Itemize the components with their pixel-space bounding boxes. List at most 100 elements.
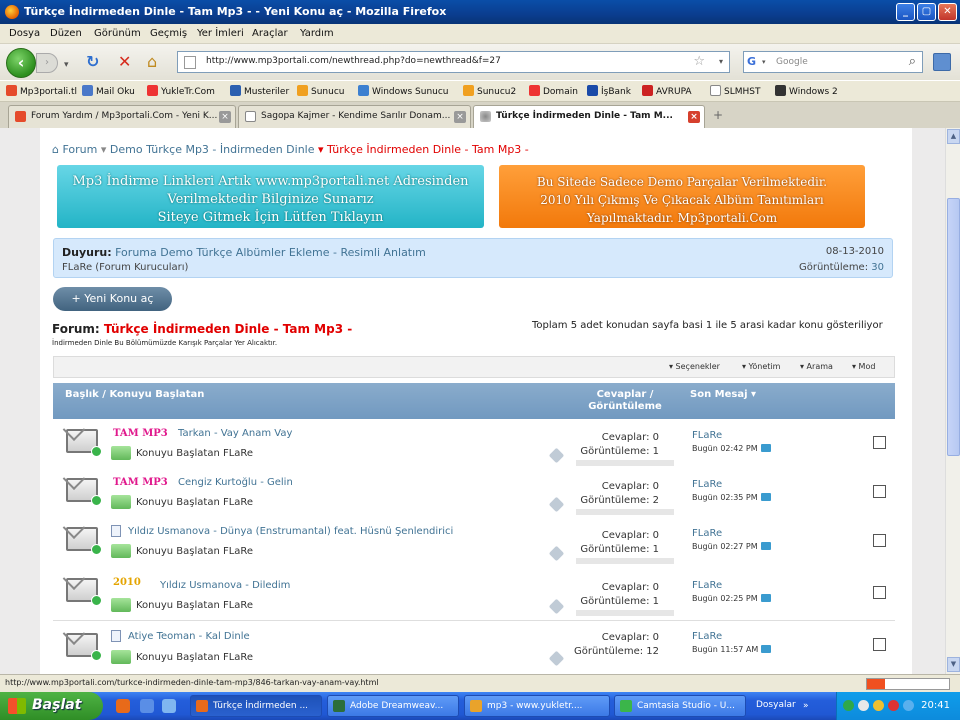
maximize-button[interactable]: ▢ <box>917 3 936 21</box>
menu-tools[interactable]: Araçlar <box>252 28 288 39</box>
go-to-last-post-icon[interactable] <box>760 493 771 501</box>
thread-select-checkbox[interactable] <box>873 638 886 651</box>
menu-history[interactable]: Geçmiş <box>150 28 187 39</box>
start-button[interactable]: Başlat <box>0 692 103 720</box>
bookmark-item[interactable]: Windows 2 <box>775 85 838 97</box>
menu-view[interactable]: Görünüm <box>94 28 141 39</box>
address-bar[interactable]: http://www.mp3portali.com/newthread.php?… <box>177 51 730 73</box>
back-button[interactable]: ‹ <box>6 48 36 78</box>
toolbar-expand-icon[interactable]: » <box>803 701 809 711</box>
taskbar-folders-toolbar[interactable]: Dosyalar <box>756 700 796 710</box>
minimize-button[interactable]: _ <box>896 3 915 21</box>
tab-forum-yardim[interactable]: Forum Yardım / Mp3portali.Com - Yeni K..… <box>8 105 236 128</box>
addon-icon[interactable] <box>933 53 951 71</box>
tag-icon[interactable] <box>548 496 565 513</box>
thread-title-link[interactable]: Yıldız Usmanova - Diledim <box>160 580 290 591</box>
header-replies-views[interactable]: Cevaplar / Görüntüleme <box>583 389 667 413</box>
quicklaunch-desktop-icon[interactable] <box>162 699 176 713</box>
tab-sagopa[interactable]: Sagopa Kajmer - Kendime Sarılır Donam...… <box>238 105 471 128</box>
mod-menu[interactable]: ▾ Mod <box>852 362 875 371</box>
taskbar-item-camtasia[interactable]: Camtasia Studio - U... <box>614 695 746 717</box>
thread-select-checkbox[interactable] <box>873 436 886 449</box>
last-post-user[interactable]: FLaRe <box>692 479 722 490</box>
scroll-up-icon[interactable]: ▲ <box>947 129 960 144</box>
thread-title-link[interactable]: Cengiz Kurtoğlu - Gelin <box>178 477 293 488</box>
tab-close-icon[interactable]: × <box>688 111 700 123</box>
thread-title-link[interactable]: Tarkan - Vay Anam Vay <box>178 428 292 439</box>
bookmark-star-icon[interactable]: ☆ <box>693 54 705 69</box>
menu-file[interactable]: Dosya <box>9 28 40 39</box>
history-dropdown-icon[interactable]: ▾ <box>64 57 69 73</box>
admin-menu[interactable]: ▾ Yönetim <box>742 362 780 371</box>
bookmark-item[interactable]: Musteriler <box>230 85 289 97</box>
bookmark-item[interactable]: Domain <box>529 85 578 97</box>
taskbar-item-dreamweaver[interactable]: Adobe Dreamweav... <box>327 695 459 717</box>
tag-icon[interactable] <box>548 545 565 562</box>
bookmark-item[interactable]: Sunucu2 <box>463 85 516 97</box>
menu-help[interactable]: Yardım <box>300 28 334 39</box>
tab-close-icon[interactable]: × <box>219 111 231 123</box>
last-post-user[interactable]: FLaRe <box>692 430 722 441</box>
go-to-last-post-icon[interactable] <box>761 645 772 653</box>
tray-icon[interactable] <box>843 700 854 711</box>
forward-button[interactable]: › <box>36 53 58 73</box>
thread-select-checkbox[interactable] <box>873 485 886 498</box>
tray-icon[interactable] <box>888 700 899 711</box>
bookmark-item[interactable]: Mp3portali.tl <box>6 85 77 97</box>
thread-title-link[interactable]: Yıldız Usmanova - Dünya (Enstrumantal) f… <box>128 526 453 537</box>
menu-bookmarks[interactable]: Yer İmleri <box>197 28 244 39</box>
thread-title-link[interactable]: Atiye Teoman - Kal Dinle <box>128 631 250 642</box>
go-to-last-post-icon[interactable] <box>760 594 771 602</box>
breadcrumb-parent[interactable]: Demo Türkçe Mp3 - İndirmeden Dinle <box>110 143 315 156</box>
taskbar-item-yukletr[interactable]: mp3 - www.yukletr.... <box>464 695 610 717</box>
bookmark-item[interactable]: AVRUPA <box>642 85 692 97</box>
bookmark-item[interactable]: YukleTr.Com <box>147 85 215 97</box>
reload-icon[interactable]: ↻ <box>86 54 99 70</box>
breadcrumb-current[interactable]: Türkçe İndirmeden Dinle - Tam Mp3 - <box>327 143 529 156</box>
quicklaunch-ie-icon[interactable] <box>140 699 154 713</box>
go-to-last-post-icon[interactable] <box>760 444 771 452</box>
search-icon[interactable]: ⌕ <box>909 54 916 69</box>
banner-mp3portali-net[interactable]: Mp3 İndirme Linkleri Artık www.mp3portal… <box>57 165 484 228</box>
new-thread-button[interactable]: + Yeni Konu aç <box>53 287 172 311</box>
search-menu[interactable]: ▾ Arama <box>800 362 833 371</box>
bookmark-item[interactable]: Sunucu <box>297 85 344 97</box>
new-tab-button[interactable]: + <box>713 108 723 122</box>
tray-icon[interactable] <box>873 700 884 711</box>
last-post-user[interactable]: FLaRe <box>692 580 722 591</box>
forum-name[interactable]: Türkçe İndirmeden Dinle - Tam Mp3 - <box>104 322 352 336</box>
banner-demo-info[interactable]: Bu Sitede Sadece Demo Parçalar Verilmekt… <box>499 165 865 228</box>
vertical-scrollbar[interactable]: ▲ ▼ <box>945 128 960 674</box>
tag-icon[interactable] <box>548 650 565 667</box>
url-dropdown-icon[interactable]: ▾ <box>719 57 723 66</box>
tag-icon[interactable] <box>548 598 565 615</box>
tray-icon[interactable] <box>903 700 914 711</box>
search-box[interactable]: G ▾ Google ⌕ <box>743 51 923 73</box>
tray-icon[interactable] <box>858 700 869 711</box>
last-post-user[interactable]: FLaRe <box>692 528 722 539</box>
menu-edit[interactable]: Düzen <box>50 28 82 39</box>
bookmark-item[interactable]: SLMHST <box>710 85 760 97</box>
last-post-user[interactable]: FLaRe <box>692 631 722 642</box>
thread-select-checkbox[interactable] <box>873 586 886 599</box>
close-button[interactable]: ✕ <box>938 3 957 21</box>
bookmark-item[interactable]: Windows Sunucu <box>358 85 449 97</box>
header-title[interactable]: Başlık / Konuyu Başlatan <box>65 389 204 400</box>
clock[interactable]: 20:41 <box>921 700 950 711</box>
search-engine-dropdown-icon[interactable]: ▾ <box>762 58 766 66</box>
home-icon[interactable]: ⌂ <box>52 143 59 156</box>
announcement-author[interactable]: FLaRe (Forum Kurucuları) <box>62 262 188 273</box>
quicklaunch-firefox-icon[interactable] <box>116 699 130 713</box>
tag-icon[interactable] <box>548 447 565 464</box>
header-last-post[interactable]: Son Mesaj ▾ <box>690 389 756 400</box>
announcement-link[interactable]: Foruma Demo Türkçe Albümler Ekleme - Res… <box>115 246 426 259</box>
stop-icon[interactable]: ✕ <box>118 54 131 70</box>
scroll-down-icon[interactable]: ▼ <box>947 657 960 672</box>
options-menu[interactable]: ▾ Seçenekler <box>669 362 720 371</box>
tab-close-icon[interactable]: × <box>454 111 466 123</box>
bookmark-item[interactable]: Mail Oku <box>82 85 135 97</box>
thread-select-checkbox[interactable] <box>873 534 886 547</box>
home-icon[interactable]: ⌂ <box>147 54 157 70</box>
go-to-last-post-icon[interactable] <box>760 542 771 550</box>
tab-turkce-indirmeden[interactable]: Türkçe İndirmeden Dinle - Tam M... × <box>473 105 705 129</box>
